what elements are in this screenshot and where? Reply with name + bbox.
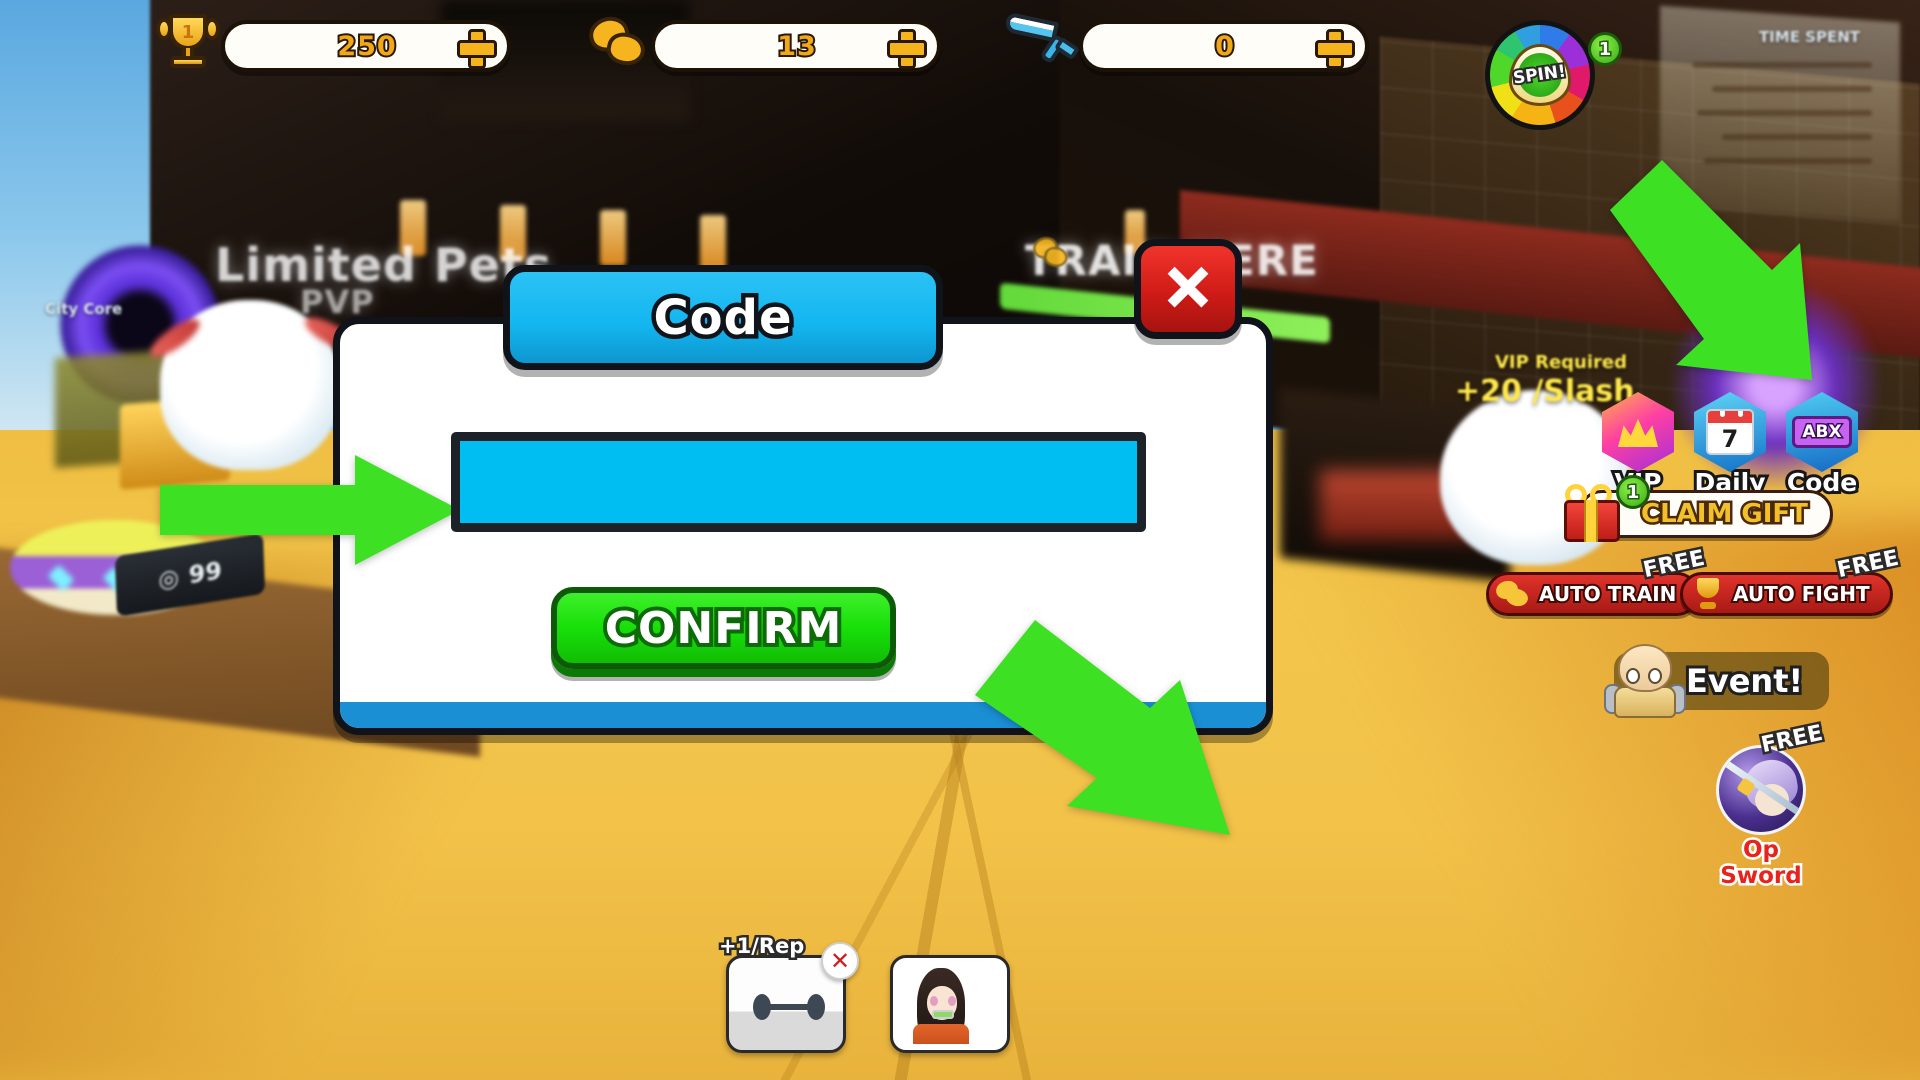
nezuko-avatar [899,964,1001,1044]
daily-day-number: 7 [1721,425,1739,453]
op-sword-label: Op Sword [1718,835,1804,892]
code-input[interactable] [451,432,1146,532]
spin-wheel-button[interactable]: SPIN! [1485,20,1595,130]
tutorial-arrow-confirm [975,620,1230,835]
claim-gift-label: CLAIM GIFT [1639,497,1811,532]
muscle-icon [585,11,651,71]
calendar-icon: 7 [1706,409,1754,455]
sidebar-item-daily[interactable]: 7 Daily [1684,392,1776,500]
hotbar-slot-dumbbell[interactable]: +1/Rep ✕ [716,932,859,1053]
saitama-avatar [1604,644,1686,718]
close-button[interactable]: ✕ [1134,239,1242,339]
sword-icon [1002,6,1082,75]
currency-muscle[interactable]: 13 [585,12,941,72]
muscle-icon [1494,578,1530,609]
rep-label: +1/Rep [716,932,806,961]
time-spent-title: TIME SPENT [1758,28,1860,46]
trophy-value: 250 [335,29,397,64]
sword-value: 0 [1213,29,1236,64]
currency-sword[interactable]: 0 [1003,11,1369,72]
sword-add-button[interactable] [1315,29,1355,69]
hotbar: +1/Rep ✕ [716,932,1010,1053]
trophy-icon: 1 [155,10,221,72]
gift-icon [1560,484,1624,542]
city-core-label: City Core [45,300,123,318]
yeti-pet [145,300,362,470]
muscle-pill[interactable]: 13 [651,20,941,72]
daily-hex: 7 [1694,392,1766,472]
currency-trophy[interactable]: 1 250 [155,14,511,72]
event-label: Event! [1683,659,1806,703]
trophy-icon [1692,578,1724,610]
window-light [600,210,626,266]
auto-train-button[interactable]: AUTO TRAIN FREE [1486,543,1710,616]
tutorial-arrow-code-button [1610,160,1812,380]
close-icon: ✕ [1161,254,1215,324]
hotbar-slot-close-button[interactable]: ✕ [821,942,859,980]
code-dialog-header: Code [503,265,943,370]
vip-hex [1602,392,1674,472]
page-title: Code [649,285,796,350]
code-hex: ABX [1786,392,1858,472]
tutorial-arrow-input [160,455,460,565]
muscle-add-button[interactable] [887,29,927,69]
auto-fight-label: AUTO FIGHT [1731,580,1872,608]
abx-icon: ABX [1792,416,1852,448]
dumbbell-icon [749,994,829,1020]
trophy-pill[interactable]: 250 [221,20,511,72]
auto-fight-button[interactable]: AUTO FIGHT FREE [1680,543,1903,616]
muscle-value: 13 [775,29,818,64]
trophy-rank: 1 [181,22,195,43]
claim-gift-badge: 1 [1616,475,1650,509]
window-light [700,215,726,271]
event-button[interactable]: Event! [1604,644,1830,718]
plate-icon: ◎ [157,562,180,595]
swordsman-avatar [1716,745,1806,835]
confirm-button-label: CONFIRM [601,599,846,658]
spin-badge: 1 [1588,32,1622,66]
auto-train-label: AUTO TRAIN [1537,580,1678,608]
crown-icon [1618,418,1658,447]
confirm-button[interactable]: CONFIRM [551,587,896,669]
hotbar-slot-nezuko[interactable] [890,955,1010,1053]
sidebar-item-code[interactable]: ABX Code [1776,392,1868,500]
sword-pill[interactable]: 0 [1079,20,1369,72]
op-sword-button[interactable]: FREE Op Sword [1711,718,1827,892]
trophy-add-button[interactable] [457,29,497,69]
